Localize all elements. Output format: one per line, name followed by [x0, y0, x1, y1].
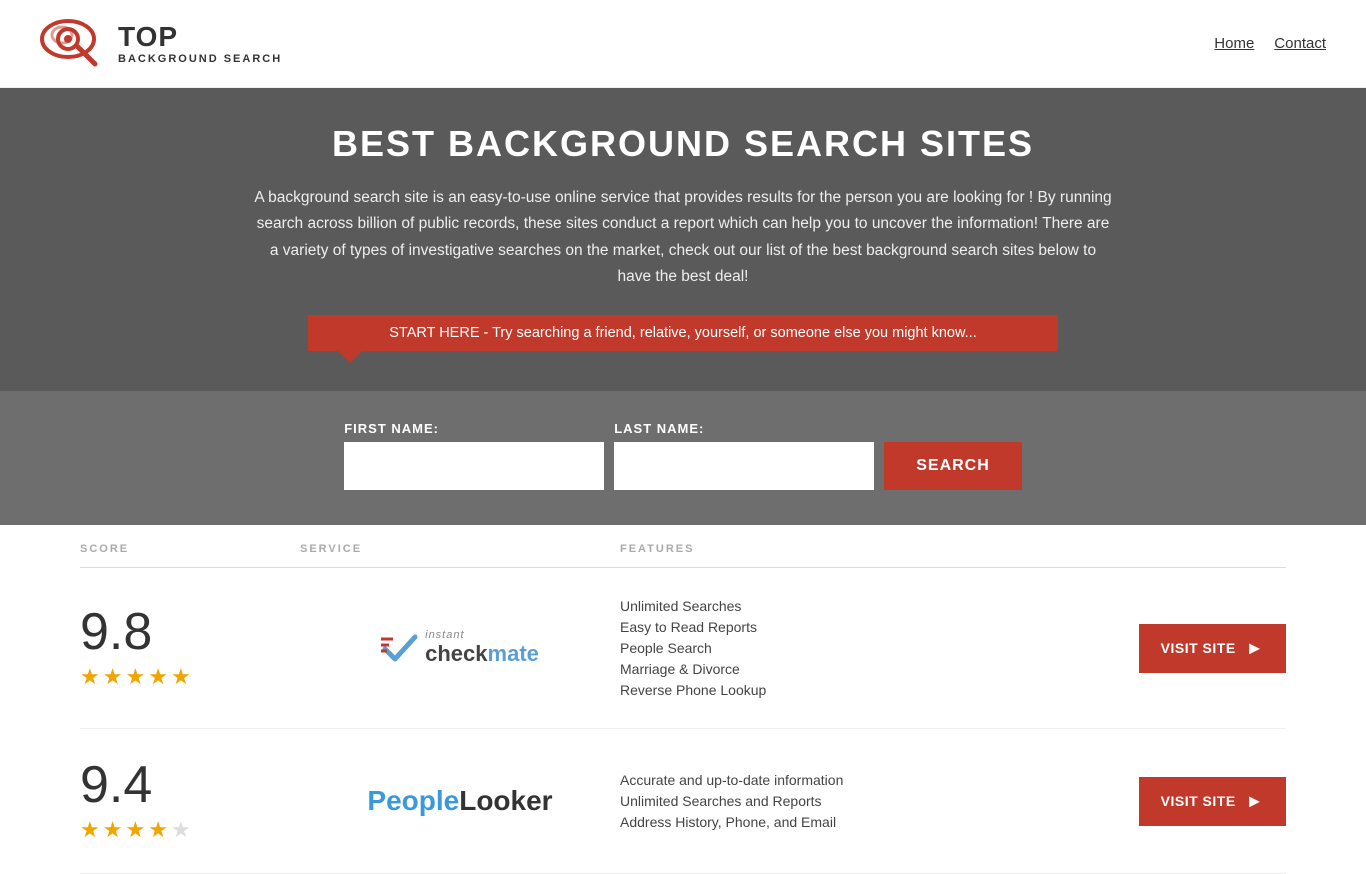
- logo-top-text: TOP: [118, 22, 282, 53]
- visit-site-button-2[interactable]: VISIT SITE ►: [1139, 777, 1286, 826]
- features-header: FEATURES: [620, 543, 1286, 555]
- star-3: ★: [125, 664, 145, 690]
- feature-1-4: Reverse Phone Lookup: [620, 682, 1126, 698]
- arrow-icon-1: ►: [1246, 638, 1264, 659]
- hero-description: A background search site is an easy-to-u…: [253, 185, 1113, 290]
- visit-site-button-1[interactable]: VISIT SITE ►: [1139, 624, 1286, 673]
- star-4: ★: [148, 664, 168, 690]
- header: TOP BACKGROUND SEARCH Home Contact: [0, 0, 1366, 88]
- score-number-1: 9.8: [80, 606, 300, 658]
- visit-site-label-1: VISIT SITE: [1161, 640, 1236, 656]
- ic-checkmark-icon: [381, 629, 419, 667]
- stars-2: ★ ★ ★ ★ ★: [80, 817, 300, 843]
- service-header: SERVICE: [300, 543, 620, 555]
- logo-text: TOP BACKGROUND SEARCH: [118, 22, 282, 65]
- features-col-2: Accurate and up-to-date information Unli…: [620, 772, 1126, 830]
- star-2-4: ★: [148, 817, 168, 843]
- search-button[interactable]: SEARCH: [884, 442, 1022, 490]
- column-headers: SCORE SERVICE FEATURES: [80, 525, 1286, 568]
- arrow-icon-2: ►: [1246, 791, 1264, 812]
- last-name-input[interactable]: [614, 442, 874, 490]
- people-looker-logo: PeopleLooker: [367, 785, 552, 817]
- score-number-2: 9.4: [80, 759, 300, 811]
- first-name-label: FIRST NAME:: [344, 421, 604, 436]
- stars-1: ★ ★ ★ ★ ★: [80, 664, 300, 690]
- feature-2-2: Address History, Phone, and Email: [620, 814, 1126, 830]
- search-form-area: FIRST NAME: LAST NAME: SEARCH: [0, 391, 1366, 525]
- nav-home[interactable]: Home: [1214, 35, 1254, 52]
- star-1: ★: [80, 664, 100, 690]
- star-2-3: ★: [125, 817, 145, 843]
- service-col-2: PeopleLooker: [300, 785, 620, 817]
- score-col-2: 9.4 ★ ★ ★ ★ ★: [80, 759, 300, 843]
- visit-col-1: VISIT SITE ►: [1126, 624, 1286, 673]
- star-2: ★: [103, 664, 123, 690]
- feature-1-1: Easy to Read Reports: [620, 619, 1126, 635]
- search-banner: START HERE - Try searching a friend, rel…: [308, 315, 1058, 351]
- logo-area: TOP BACKGROUND SEARCH: [40, 11, 282, 76]
- ic-text: instant checkmate: [425, 629, 539, 667]
- last-name-label: LAST NAME:: [614, 421, 874, 436]
- last-name-group: LAST NAME:: [614, 421, 874, 490]
- feature-1-2: People Search: [620, 640, 1126, 656]
- first-name-group: FIRST NAME:: [344, 421, 604, 490]
- star-5: ★: [171, 664, 191, 690]
- first-name-input[interactable]: [344, 442, 604, 490]
- result-row-2: 9.4 ★ ★ ★ ★ ★ PeopleLooker Accurate and …: [80, 729, 1286, 874]
- features-col-1: Unlimited Searches Easy to Read Reports …: [620, 598, 1126, 698]
- result-row-1: 9.8 ★ ★ ★ ★ ★: [80, 568, 1286, 729]
- score-col-1: 9.8 ★ ★ ★ ★ ★: [80, 606, 300, 690]
- search-form: FIRST NAME: LAST NAME: SEARCH: [233, 421, 1133, 490]
- nav-contact[interactable]: Contact: [1274, 35, 1326, 52]
- feature-1-3: Marriage & Divorce: [620, 661, 1126, 677]
- logo-icon: [40, 11, 110, 76]
- logo-bottom-text: BACKGROUND SEARCH: [118, 53, 282, 65]
- visit-col-2: VISIT SITE ►: [1126, 777, 1286, 826]
- star-2-5: ★: [171, 817, 191, 843]
- feature-2-1: Unlimited Searches and Reports: [620, 793, 1126, 809]
- visit-site-label-2: VISIT SITE: [1161, 793, 1236, 809]
- star-2-1: ★: [80, 817, 100, 843]
- feature-1-0: Unlimited Searches: [620, 598, 1126, 614]
- instant-checkmate-logo: instant checkmate: [381, 629, 539, 667]
- service-col-1: instant checkmate: [300, 629, 620, 667]
- main-nav: Home Contact: [1214, 35, 1326, 52]
- results-section: SCORE SERVICE FEATURES 9.8 ★ ★ ★ ★ ★: [0, 525, 1366, 874]
- hero-section: BEST BACKGROUND SEARCH SITES A backgroun…: [0, 88, 1366, 391]
- score-header: SCORE: [80, 543, 300, 555]
- feature-2-0: Accurate and up-to-date information: [620, 772, 1126, 788]
- hero-title: BEST BACKGROUND SEARCH SITES: [20, 123, 1346, 165]
- star-2-2: ★: [103, 817, 123, 843]
